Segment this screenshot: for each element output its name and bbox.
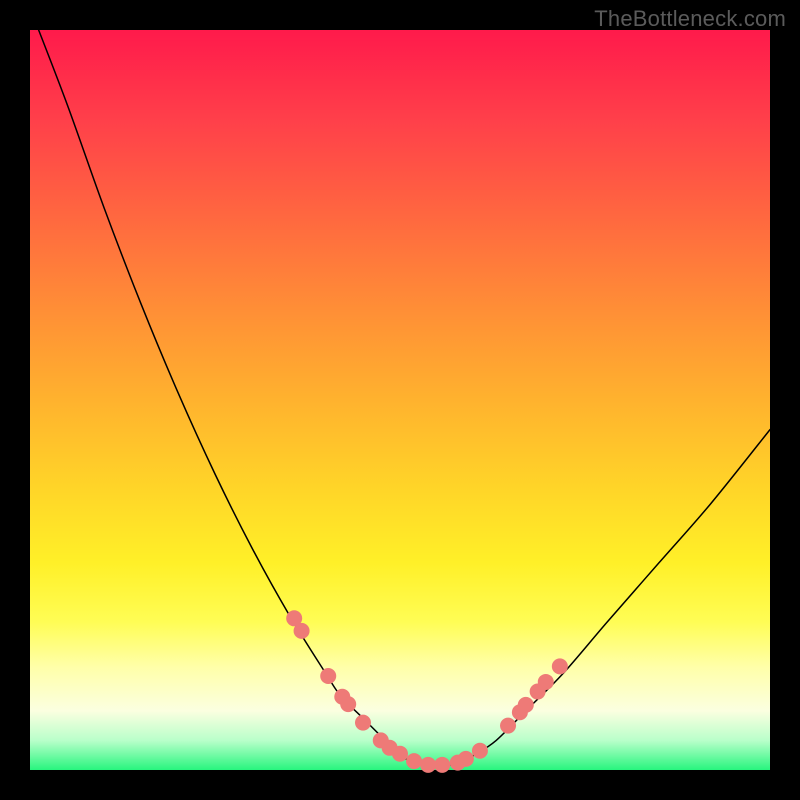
data-marker [406, 753, 422, 769]
data-marker [518, 697, 534, 713]
plot-area [30, 30, 770, 770]
data-marker [420, 757, 436, 773]
data-marker [320, 668, 336, 684]
bottleneck-curve [30, 8, 770, 767]
data-marker [472, 743, 488, 759]
data-marker [552, 658, 568, 674]
data-marker [434, 757, 450, 773]
data-marker [294, 623, 310, 639]
data-marker [458, 751, 474, 767]
data-marker [538, 674, 554, 690]
data-marker [355, 715, 371, 731]
data-marker [340, 696, 356, 712]
chart-frame: TheBottleneck.com [0, 0, 800, 800]
data-marker [500, 718, 516, 734]
chart-svg [30, 30, 770, 770]
watermark-text: TheBottleneck.com [594, 6, 786, 32]
data-marker [392, 746, 408, 762]
